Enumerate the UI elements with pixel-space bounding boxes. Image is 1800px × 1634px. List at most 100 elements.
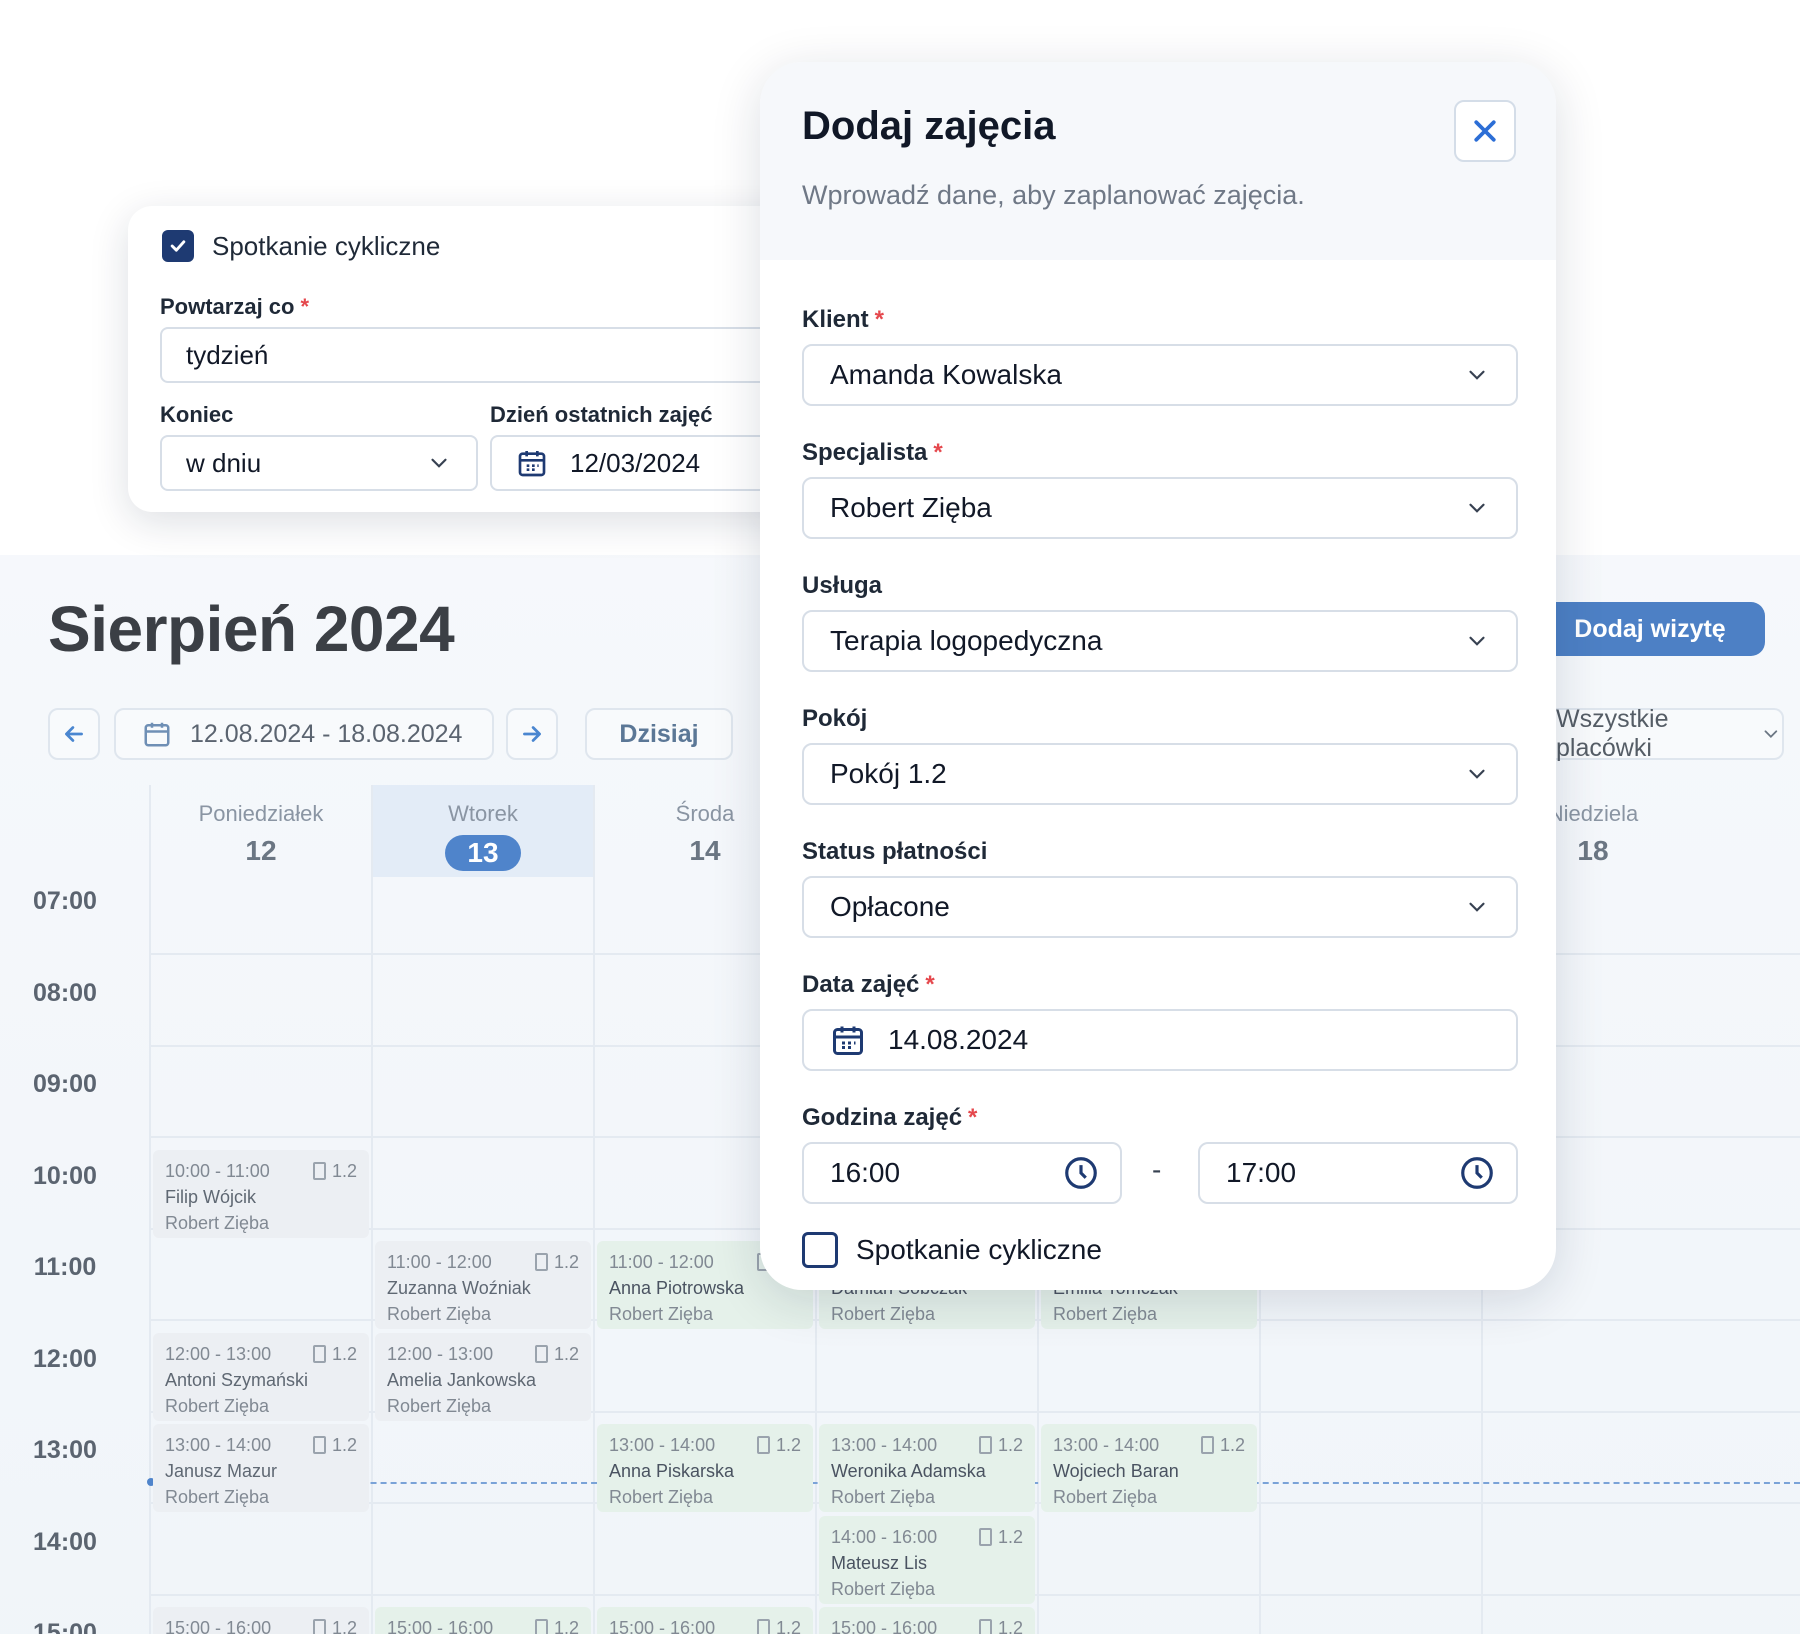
calendar-event[interactable]: 15:00 - 16:00 1.2	[153, 1607, 369, 1634]
event-specialist: Robert Zięba	[831, 1487, 936, 1507]
door-icon	[534, 1253, 548, 1271]
event-room-number: 1.2	[553, 1343, 579, 1364]
repeat-select[interactable]: tydzień	[160, 327, 810, 383]
event-time: 15:00 - 16:00	[609, 1618, 716, 1634]
close-button[interactable]	[1454, 100, 1516, 162]
event-client: Zuzanna Woźniak	[387, 1278, 531, 1298]
calendar-event[interactable]: 13:00 - 14:00 1.2 Weronika Adamska Robert Z…	[819, 1424, 1035, 1512]
event-room-number: 1.2	[553, 1618, 579, 1634]
recurring-checkbox-row[interactable]: Spotkanie cykliczne	[162, 230, 440, 262]
today-button[interactable]: Dzisiaj	[585, 708, 733, 760]
event-header: 13:00 - 14:00 1.2	[165, 1432, 357, 1458]
client-select[interactable]: Amanda Kowalska	[802, 344, 1518, 406]
event-header: 15:00 - 16:00 1.2	[165, 1615, 357, 1634]
calendar-event[interactable]: 14:00 - 16:00 1.2 Mateusz Lis Robert Zięba	[819, 1515, 1035, 1604]
recurring-checkbox[interactable]	[802, 1232, 838, 1268]
event-room: 1.2	[978, 1432, 1023, 1458]
door-icon	[534, 1344, 548, 1363]
event-client: Anna Piotrowska	[609, 1278, 745, 1298]
last-day-value: 12/03/2024	[570, 447, 701, 478]
session-date-input[interactable]: 14.08.2024	[802, 1009, 1518, 1071]
client-label: Klient *	[802, 306, 885, 333]
hour-label: 07:00	[33, 887, 97, 915]
event-room-number: 1.2	[331, 1160, 357, 1181]
event-room: 1.2	[312, 1158, 357, 1184]
event-header: 13:00 - 14:00 1.2	[831, 1432, 1023, 1458]
calendar-event[interactable]: 13:00 - 14:00 1.2 Wojciech Baran Robert Zię…	[1041, 1424, 1257, 1512]
calendar-event[interactable]: 13:00 - 14:00 1.2 Janusz Mazur Robert Zięba	[153, 1424, 369, 1512]
calendar-event[interactable]: 15:00 - 16:00 1.2	[819, 1607, 1035, 1634]
event-room-number: 1.2	[997, 1526, 1023, 1547]
event-header: 15:00 - 16:00 1.2	[609, 1615, 801, 1634]
calendar-event[interactable]: 13:00 - 14:00 1.2 Anna Piskarska Robert Zię…	[597, 1424, 813, 1512]
event-time: 15:00 - 16:00	[831, 1618, 938, 1634]
door-icon	[978, 1436, 992, 1454]
session-time-label: Godzina zajęć *	[802, 1104, 978, 1131]
event-specialist: Robert Zięba	[831, 1304, 936, 1324]
end-label: Koniec	[160, 402, 234, 427]
event-client: Anna Piskarska	[609, 1461, 735, 1481]
hour-label: 08:00	[33, 978, 97, 1007]
calendar-event[interactable]: 12:00 - 13:00 1.2 Amelia Jankowska Robert Z…	[375, 1332, 591, 1421]
date-range-picker[interactable]: 12.08.2024 - 18.08.2024	[114, 708, 494, 760]
event-header: 15:00 - 16:00 1.2	[831, 1615, 1023, 1634]
time-to-value: 17:00	[1226, 1157, 1297, 1188]
calendar-event[interactable]: 10:00 - 11:00 1.2 Filip Wójcik Robert Zięba	[153, 1149, 369, 1238]
event-client: Janusz Mazur	[165, 1461, 278, 1481]
event-header: 10:00 - 11:00 1.2	[165, 1158, 357, 1184]
event-client: Amelia Jankowska	[387, 1369, 537, 1390]
event-specialist: Robert Zięba	[165, 1212, 270, 1233]
day-header[interactable]: Wtorek 13	[372, 785, 594, 877]
modal-header	[760, 62, 1556, 260]
client-select-value: Amanda Kowalska	[830, 359, 1062, 390]
repeat-label: Powtarzaj co *	[160, 294, 310, 319]
add-visit-button[interactable]: Dodaj wizytę	[1535, 602, 1765, 656]
event-client: Mateusz Lis	[831, 1552, 928, 1573]
session-date-value: 14.08.2024	[888, 1024, 1029, 1055]
places-select[interactable]: Wszystkie placówki	[1520, 705, 1784, 762]
day-header[interactable]: Poniedziałek 12	[150, 785, 372, 877]
event-header: 15:00 - 16:00 1.2	[387, 1615, 579, 1634]
service-select[interactable]: Terapia logopedyczna	[802, 610, 1518, 672]
specialist-select[interactable]: Robert Zięba	[802, 477, 1518, 539]
event-header: 12:00 - 13:00 1.2	[165, 1341, 357, 1367]
event-room-number: 1.2	[553, 1252, 579, 1272]
places-select-value: Wszystkie placówki	[1556, 705, 1669, 762]
event-specialist: Robert Zięba	[387, 1395, 492, 1416]
end-select[interactable]: w dniu	[160, 435, 478, 491]
event-room-number: 1.2	[775, 1618, 801, 1634]
event-header: 13:00 - 14:00 1.2	[1053, 1432, 1245, 1458]
service-select-value: Terapia logopedyczna	[830, 625, 1103, 656]
event-room: 1.2	[312, 1615, 357, 1634]
time-from-input[interactable]: 16:00	[802, 1142, 1122, 1204]
door-icon	[978, 1527, 992, 1546]
event-time: 15:00 - 16:00	[165, 1618, 272, 1634]
event-room-number: 1.2	[1219, 1435, 1245, 1455]
hour-label: 14:00	[33, 1527, 97, 1556]
event-specialist: Robert Zięba	[165, 1395, 270, 1416]
room-select[interactable]: Pokój 1.2	[802, 743, 1518, 805]
event-specialist: Robert Zięba	[609, 1487, 714, 1507]
calendar-event[interactable]: 15:00 - 16:00 1.2	[597, 1607, 813, 1634]
calendar-event[interactable]: 15:00 - 16:00 1.2	[375, 1607, 591, 1634]
recurring-checkbox-row[interactable]: Spotkanie cykliczne	[802, 1232, 1102, 1268]
prev-week-button[interactable]	[48, 708, 100, 760]
event-room: 1.2	[312, 1432, 357, 1458]
calendar-icon	[833, 1026, 863, 1055]
next-week-button[interactable]	[506, 708, 558, 760]
time-to-input[interactable]: 17:00	[1198, 1142, 1518, 1204]
day-number: 12	[245, 835, 277, 866]
payment-status-select[interactable]: Opłacone	[802, 876, 1518, 938]
grid-column-line	[593, 785, 595, 1634]
clock-icon	[1461, 1157, 1493, 1189]
calendar-event[interactable]: 11:00 - 12:00 1.2 Zuzanna Woźniak Robert Zi…	[375, 1241, 591, 1329]
calendar-event[interactable]: 12:00 - 13:00 1.2 Antoni Szymański Robert Z…	[153, 1332, 369, 1421]
event-room: 1.2	[534, 1249, 579, 1275]
event-header: 14:00 - 16:00 1.2	[831, 1524, 1023, 1550]
time-separator: -	[1152, 1154, 1162, 1185]
event-room: 1.2	[978, 1615, 1023, 1634]
checkbox-checked[interactable]	[162, 230, 194, 262]
day-name: Poniedziałek	[198, 801, 324, 826]
event-time: 10:00 - 11:00	[165, 1160, 270, 1181]
arrow-left-icon	[65, 726, 83, 742]
